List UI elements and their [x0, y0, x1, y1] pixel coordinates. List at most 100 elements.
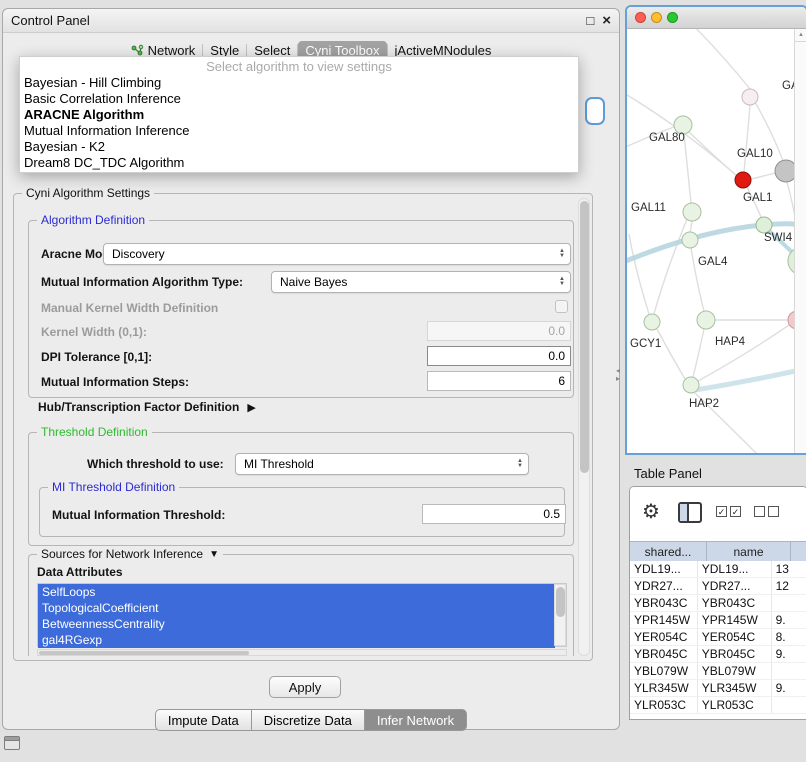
- which-threshold-label: Which threshold to use:: [87, 457, 224, 471]
- node-hap4[interactable]: [697, 311, 715, 329]
- which-threshold-value: MI Threshold: [244, 457, 314, 471]
- node-gal1[interactable]: [756, 217, 772, 233]
- apply-button[interactable]: Apply: [269, 676, 341, 698]
- tab-impute-data[interactable]: Impute Data: [155, 709, 252, 731]
- cell: 13: [772, 561, 806, 577]
- node-label: GCY1: [630, 338, 661, 350]
- dpi-tolerance-value: 0.0: [548, 349, 565, 363]
- network-canvas[interactable]: GAL GAL80 GAL10 GAL11 GAL1 SWI4 GAL4 GCY…: [627, 29, 795, 455]
- cell: YDL19...: [630, 561, 698, 577]
- cell: YDL19...: [698, 561, 772, 577]
- table-row[interactable]: YBL079W YBL079W: [630, 663, 806, 680]
- manual-kernel-label: Manual Kernel Width Definition: [41, 301, 218, 315]
- cell: YLR345W: [698, 680, 772, 696]
- list-item-gal4rgexp[interactable]: gal4RGexp: [38, 632, 555, 648]
- cell: YPR145W: [630, 612, 698, 628]
- screen: Control Panel □ × Network Style S: [0, 0, 806, 762]
- table-row[interactable]: YDR27... YDR27... 12: [630, 578, 806, 595]
- cell: [772, 697, 806, 713]
- table-row[interactable]: YBR045C YBR045C 9.: [630, 646, 806, 663]
- table-body: YDL19... YDL19... 13 YDR27... YDR27... 1…: [630, 561, 806, 714]
- group-title: Threshold Definition: [37, 425, 152, 439]
- network-scrollbar[interactable]: ▲: [794, 29, 806, 455]
- node-label: GAL4: [698, 256, 728, 268]
- node-hap2[interactable]: [683, 377, 699, 393]
- kernel-width-input[interactable]: 0.0: [427, 321, 571, 341]
- deselect-all-boxes-icon[interactable]: [754, 506, 779, 517]
- scroll-up-button[interactable]: ▲: [795, 29, 806, 42]
- node-gal10-red[interactable]: [735, 172, 751, 188]
- manual-kernel-checkbox[interactable]: [555, 300, 568, 313]
- node-unlabeled-top[interactable]: [742, 89, 758, 105]
- minimize-traffic-icon[interactable]: [651, 12, 662, 23]
- sources-toggle[interactable]: Sources for Network Inference ▼: [37, 547, 223, 561]
- network-view-window: GAL GAL80 GAL10 GAL11 GAL1 SWI4 GAL4 GCY…: [625, 5, 806, 455]
- tab-discretize-data[interactable]: Discretize Data: [252, 709, 365, 731]
- columns-icon[interactable]: [678, 502, 702, 523]
- table-row[interactable]: YPR145W YPR145W 9.: [630, 612, 806, 629]
- table-row[interactable]: YBR043C YBR043C: [630, 595, 806, 612]
- close-traffic-icon[interactable]: [635, 12, 646, 23]
- close-window-icon[interactable]: ×: [602, 12, 611, 29]
- cell: YBR043C: [698, 595, 772, 611]
- column-header-cut[interactable]: [791, 542, 806, 562]
- sources-title: Sources for Network Inference: [41, 547, 203, 561]
- popup-option-aracne[interactable]: ARACNE Algorithm: [20, 107, 578, 123]
- column-header-shared-name[interactable]: shared...: [630, 542, 707, 562]
- list-scrollbar[interactable]: [554, 584, 566, 646]
- table-header-row: shared... name: [630, 541, 806, 561]
- node-gal11[interactable]: [683, 203, 701, 221]
- table-row[interactable]: YLR053C YLR053C: [630, 697, 806, 714]
- list-item-betweennesscentrality[interactable]: BetweennessCentrality: [38, 616, 555, 632]
- settings-scrollbar[interactable]: [578, 198, 590, 656]
- mi-type-select[interactable]: Naive Bayes ▲▼: [271, 271, 571, 293]
- table-row[interactable]: YDL19... YDL19... 13: [630, 561, 806, 578]
- table-row[interactable]: YLR345W YLR345W 9.: [630, 680, 806, 697]
- checked-box-icon: ✓: [716, 506, 727, 517]
- expand-right-icon: ▶: [247, 401, 255, 414]
- popup-option-mutual-information[interactable]: Mutual Information Inference: [20, 123, 578, 139]
- which-threshold-select[interactable]: MI Threshold ▲▼: [235, 453, 529, 475]
- zoom-traffic-icon[interactable]: [667, 12, 678, 23]
- node-label: GAL10: [737, 148, 773, 160]
- control-panel-titlebar[interactable]: Control Panel □ ×: [3, 9, 619, 33]
- node-gcy1[interactable]: [644, 314, 660, 330]
- popup-option-basic-correlation[interactable]: Basic Correlation Inference: [20, 91, 578, 107]
- float-window-icon[interactable]: □: [586, 13, 594, 28]
- mi-steps-input[interactable]: 6: [427, 371, 571, 391]
- dpi-tolerance-input[interactable]: 0.0: [427, 346, 571, 366]
- node-gray[interactable]: [775, 160, 795, 182]
- algorithm-combobox-fragment[interactable]: [585, 97, 605, 125]
- tab-infer-network[interactable]: Infer Network: [365, 709, 467, 731]
- node-gal4[interactable]: [682, 232, 698, 248]
- cell: YLR345W: [630, 680, 698, 696]
- list-item-topologicalcoefficient[interactable]: TopologicalCoefficient: [38, 600, 555, 616]
- cell: YPR145W: [698, 612, 772, 628]
- cell: YLR053C: [698, 697, 772, 713]
- hub-definition-toggle[interactable]: Hub/Transcription Factor Definition ▶: [38, 400, 256, 414]
- popup-option-dream8[interactable]: Dream8 DC_TDC Algorithm: [20, 155, 578, 171]
- gear-icon[interactable]: ⚙: [642, 499, 660, 524]
- network-labels: GAL GAL80 GAL10 GAL11 GAL1 SWI4 GAL4 GCY…: [630, 80, 795, 410]
- list-item-selfloops[interactable]: SelfLoops: [38, 584, 555, 600]
- select-all-checks-icon[interactable]: ✓ ✓: [716, 506, 741, 517]
- cell: 12: [772, 578, 806, 594]
- popup-option-bayesian-hill-climbing[interactable]: Bayesian - Hill Climbing: [20, 75, 578, 91]
- popup-option-bayesian-k2[interactable]: Bayesian - K2: [20, 139, 578, 155]
- cell: YBR045C: [630, 646, 698, 662]
- splitter-handle[interactable]: ◂ ▸: [613, 362, 623, 388]
- mi-threshold-input[interactable]: 0.5: [422, 504, 566, 524]
- algorithm-dropdown-popup: Select algorithm to view settings Bayesi…: [19, 56, 579, 173]
- network-highlight-edges: [627, 224, 795, 391]
- column-header-name[interactable]: name: [707, 542, 791, 562]
- table-row[interactable]: YER054C YER054C 8.: [630, 629, 806, 646]
- network-window-titlebar[interactable]: [627, 7, 806, 29]
- checked-box-icon: ✓: [730, 506, 741, 517]
- aracne-mode-select[interactable]: Discovery ▲▼: [103, 243, 571, 265]
- list-horizontal-scrollbar[interactable]: [37, 649, 567, 656]
- threshold-definition-group: Threshold Definition Which threshold to …: [28, 432, 574, 546]
- mi-steps-value: 6: [558, 374, 565, 388]
- restore-panel-icon[interactable]: [4, 736, 20, 750]
- data-attributes-label: Data Attributes: [37, 565, 123, 579]
- kernel-width-label: Kernel Width (0,1):: [41, 325, 147, 339]
